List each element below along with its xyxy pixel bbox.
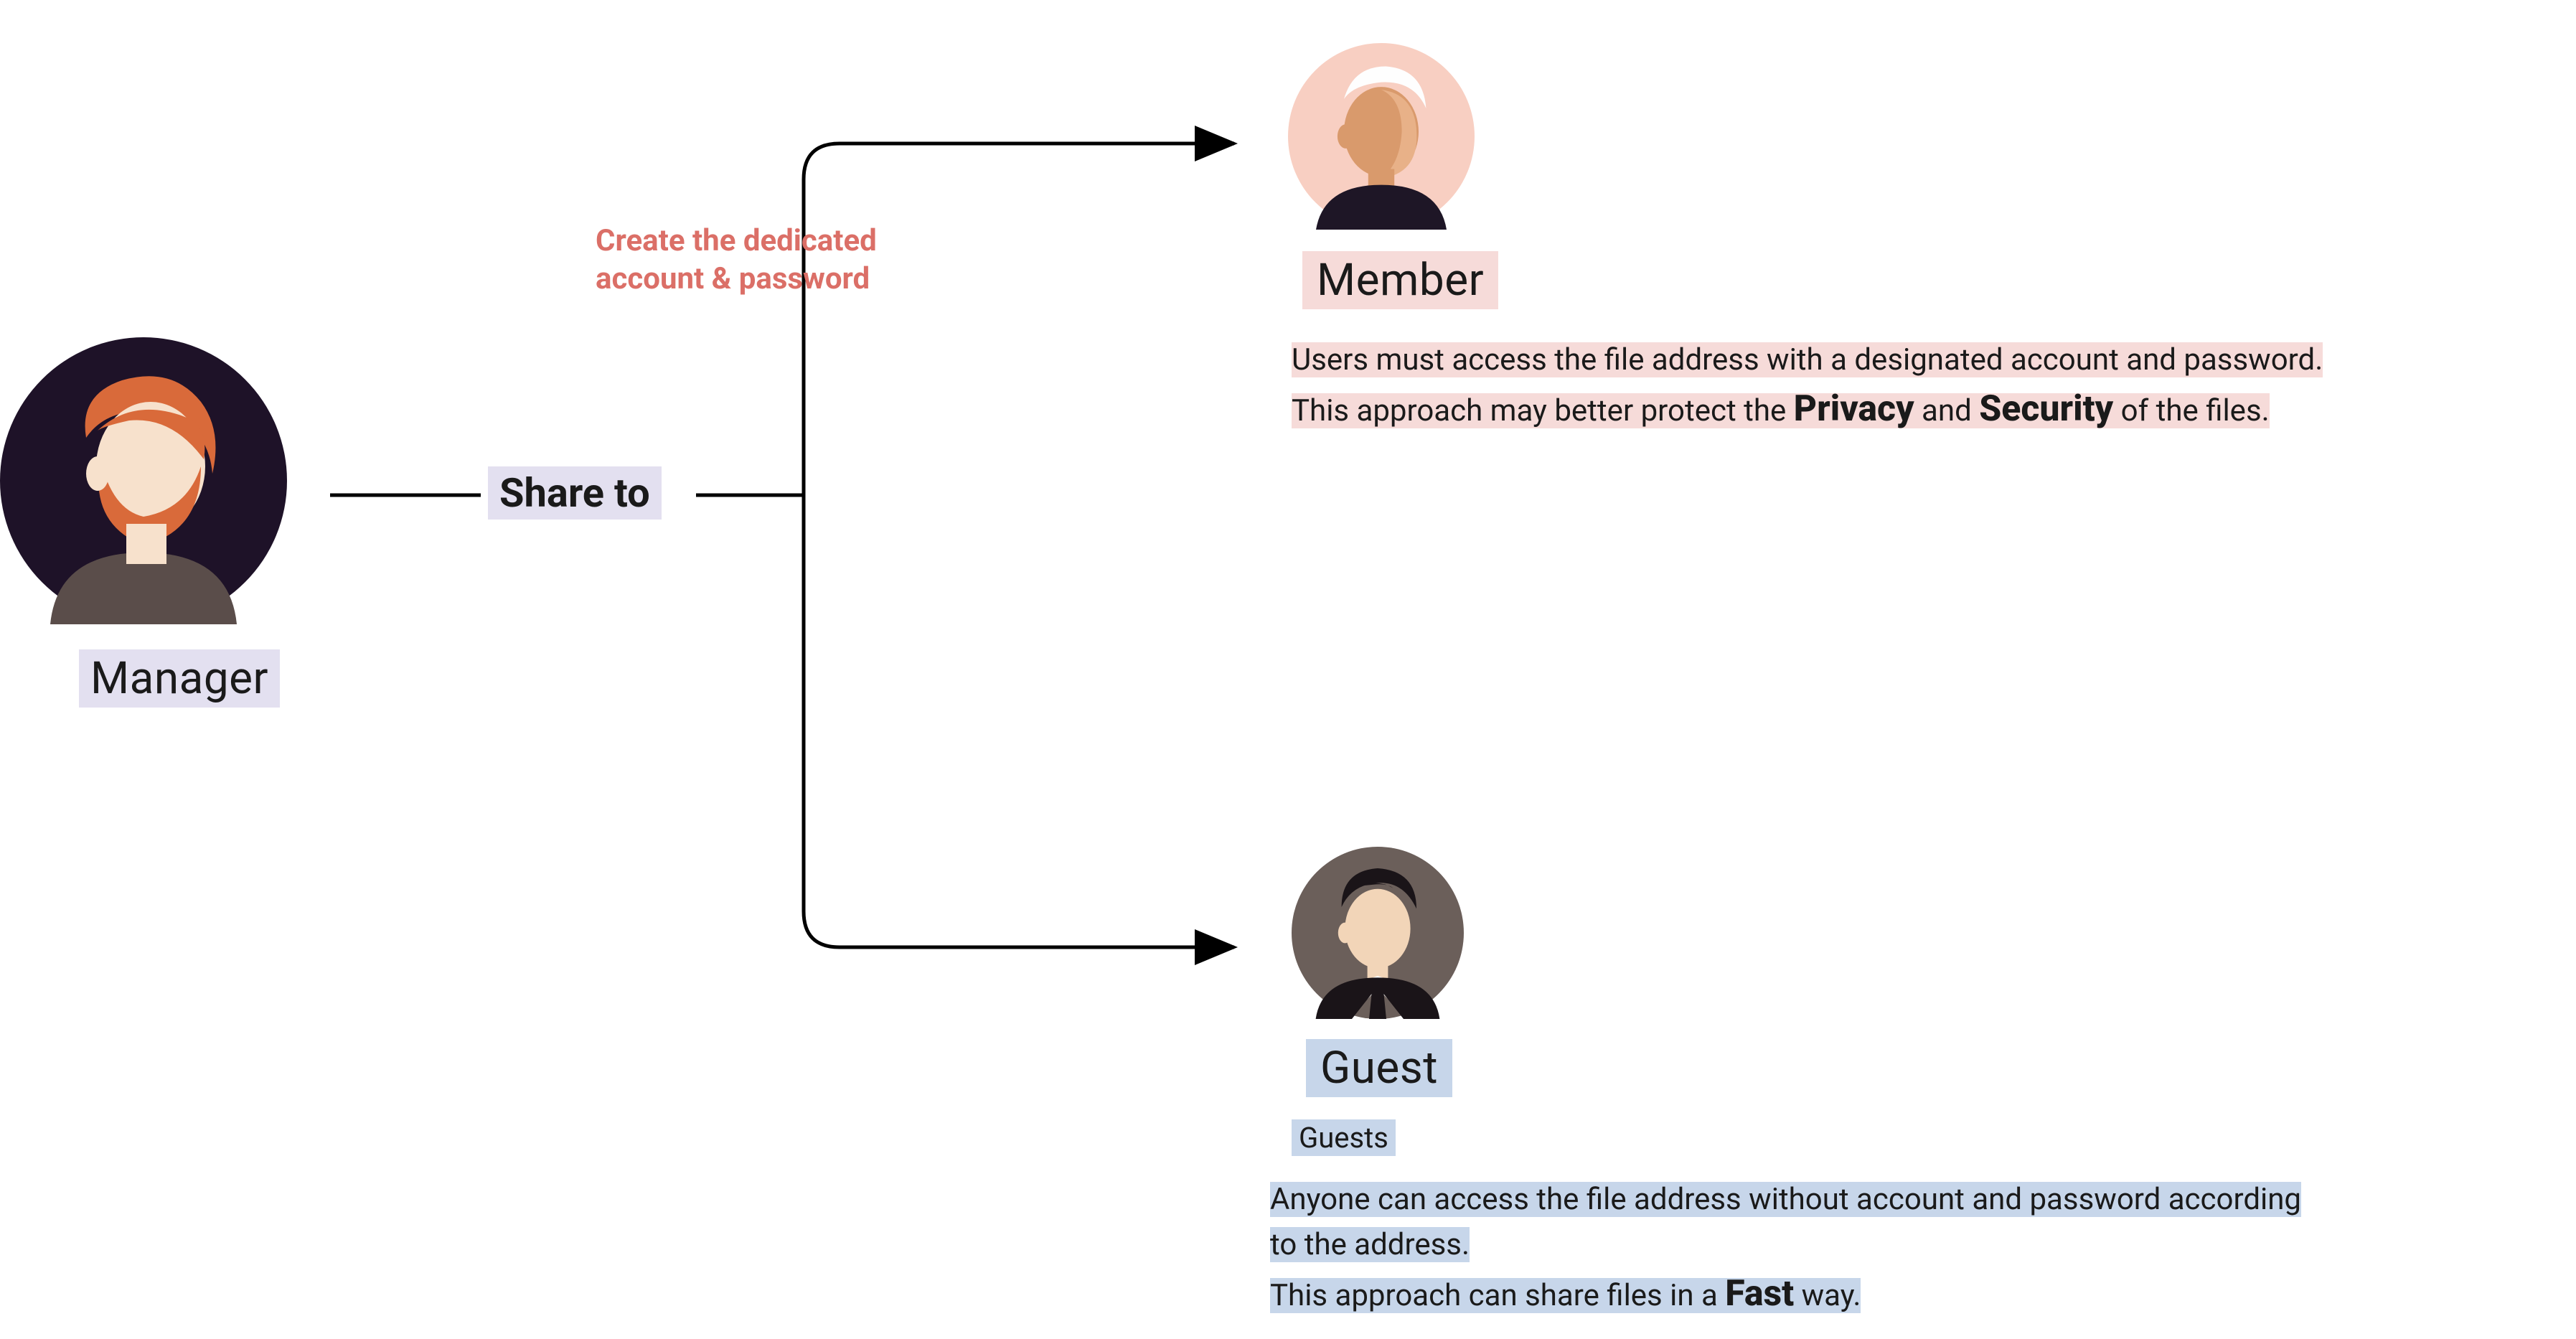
member-avatar-icon — [1288, 43, 1475, 230]
member-label: Member — [1302, 251, 1498, 309]
manager-label: Manager — [79, 649, 280, 708]
guest-label: Guest — [1306, 1039, 1452, 1097]
guest-desc-line1: Anyone can access the file address witho… — [1270, 1182, 2301, 1217]
share-to-label: Share to — [488, 466, 662, 520]
member-desc-line2: This approach may better protect the Pri… — [1292, 393, 2270, 428]
guest-description: Anyone can access the file address witho… — [1270, 1177, 2511, 1321]
manager-avatar-icon — [0, 337, 287, 624]
guest-avatar-icon — [1292, 847, 1464, 1019]
guest-desc-line1b: to the address. — [1270, 1227, 1470, 1262]
annotation-line-2: account & password — [596, 260, 877, 299]
dedicated-account-annotation: Create the dedicated account & password — [596, 222, 877, 298]
member-description: Users must access the file address with … — [1292, 337, 2497, 436]
annotation-line-1: Create the dedicated — [596, 222, 877, 260]
member-desc-line1: Users must access the file address with … — [1292, 342, 2323, 377]
guest-desc-line2: This approach can share files in a Fast … — [1270, 1278, 1861, 1313]
guest-subtitle: Guests — [1292, 1119, 1396, 1156]
